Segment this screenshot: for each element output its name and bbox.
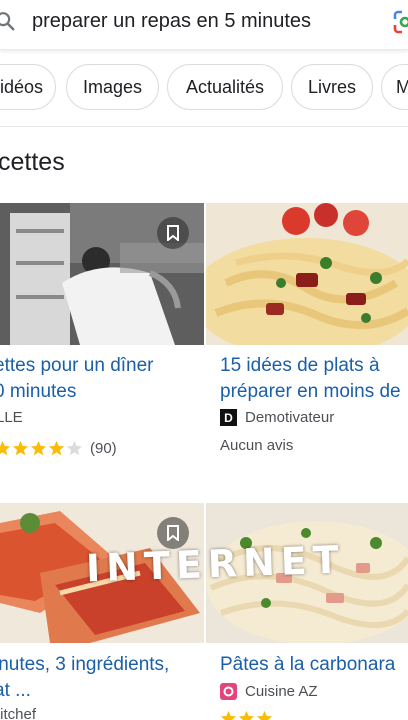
recipe-title-line[interactable]: 0 minutes bbox=[0, 379, 206, 405]
recipe-source-3: titchef bbox=[0, 706, 36, 720]
star-icon bbox=[30, 440, 47, 456]
star-icon bbox=[220, 710, 237, 720]
bookmark-icon bbox=[167, 525, 179, 541]
source-name: Demotivateur bbox=[245, 409, 335, 426]
rating-count: (90) bbox=[90, 440, 117, 457]
recipe-title-3[interactable]: inutes, 3 ingrédients, at ... bbox=[0, 652, 206, 704]
recipe-image-1[interactable] bbox=[0, 203, 204, 345]
google-lens-icon[interactable] bbox=[392, 9, 408, 35]
recipe-title-4[interactable]: Pâtes à la carbonara bbox=[220, 652, 408, 678]
chip-images[interactable]: Images bbox=[66, 64, 159, 110]
chip-videos[interactable]: idéos bbox=[0, 64, 56, 110]
search-bar[interactable]: preparer un repas en 5 minutes bbox=[0, 0, 408, 50]
recipe-title-line[interactable]: ettes pour un dîner bbox=[0, 353, 206, 379]
filter-chips: idéos Images Actualités Livres M bbox=[0, 64, 408, 112]
recipe-title-line[interactable]: inutes, 3 ingrédients, bbox=[0, 652, 206, 678]
pasta-photo bbox=[206, 203, 408, 345]
recipe-title-line[interactable]: at ... bbox=[0, 678, 206, 704]
star-icon bbox=[238, 710, 255, 720]
chip-more[interactable]: M bbox=[381, 64, 408, 110]
bookmark-button[interactable] bbox=[157, 217, 189, 249]
recipe-source-2: D Demotivateur bbox=[220, 409, 334, 426]
demotivateur-logo-icon: D bbox=[220, 409, 237, 426]
star-empty-icon bbox=[66, 440, 83, 456]
star-icon bbox=[256, 710, 273, 720]
chip-books[interactable]: Livres bbox=[291, 64, 373, 110]
bookmark-icon bbox=[167, 225, 179, 241]
chip-news[interactable]: Actualités bbox=[167, 64, 283, 110]
recipe-title-line[interactable]: préparer en moins de bbox=[220, 379, 408, 405]
section-title: cettes bbox=[0, 148, 65, 176]
no-reviews-label: Aucun avis bbox=[220, 437, 294, 454]
star-icon bbox=[12, 440, 29, 456]
source-name: Cuisine AZ bbox=[245, 683, 318, 700]
rating-1: (90) bbox=[0, 440, 117, 457]
recipe-image-2[interactable] bbox=[206, 203, 408, 345]
star-icon bbox=[48, 440, 65, 456]
recipe-title-line[interactable]: 15 idées de plats à bbox=[220, 353, 408, 379]
recipe-source-1: LLE bbox=[0, 409, 23, 426]
divider bbox=[0, 126, 408, 127]
search-input[interactable]: preparer un repas en 5 minutes bbox=[32, 10, 311, 33]
source-name: LLE bbox=[0, 409, 23, 426]
recipe-title-line[interactable]: Pâtes à la carbonara bbox=[220, 652, 408, 678]
search-icon[interactable] bbox=[0, 10, 16, 32]
recipe-title-2[interactable]: 15 idées de plats à préparer en moins de bbox=[220, 353, 408, 405]
cuisine-az-logo-icon bbox=[220, 683, 237, 700]
recipe-title-1[interactable]: ettes pour un dîner 0 minutes bbox=[0, 353, 206, 405]
star-icon bbox=[0, 440, 11, 456]
source-name: titchef bbox=[0, 706, 37, 720]
internet-overlay-text: INTERNET bbox=[85, 537, 346, 591]
rating-4 bbox=[220, 710, 274, 720]
recipe-source-4: Cuisine AZ bbox=[220, 683, 318, 700]
